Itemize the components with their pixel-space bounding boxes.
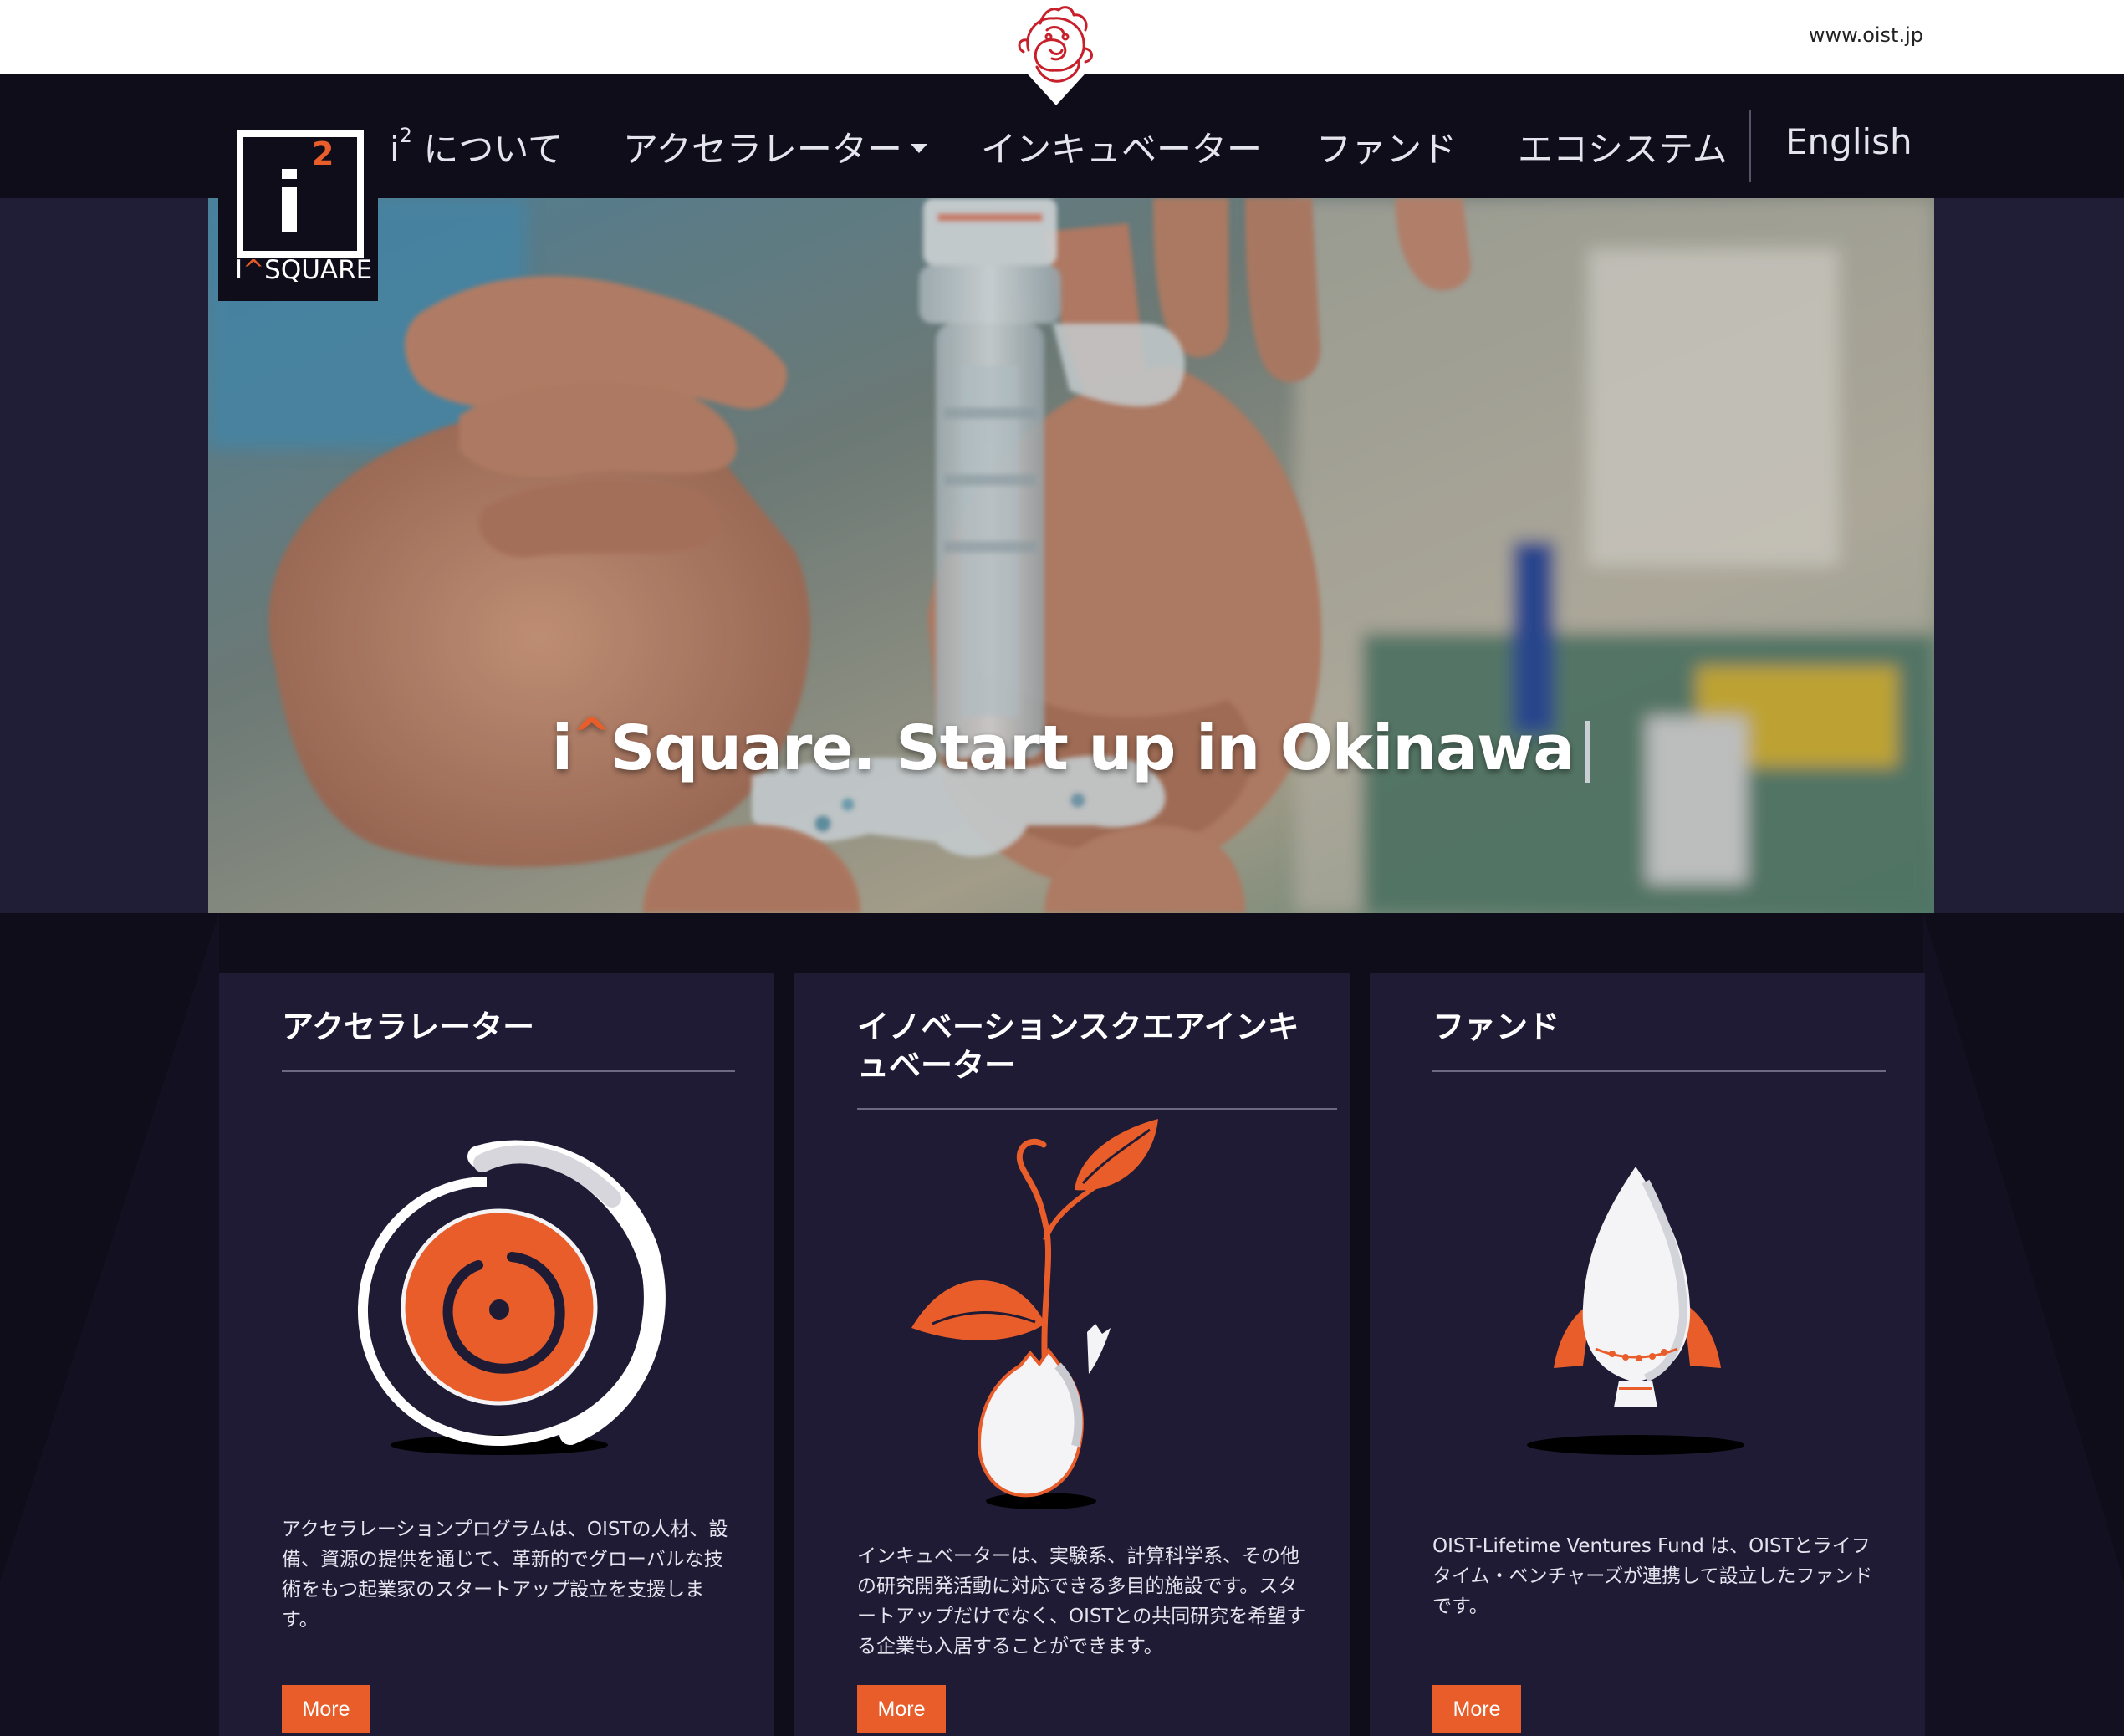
language-switch-english[interactable]: English (1785, 121, 1912, 162)
card-incubator: イノベーションスクエアインキュベーター インキュベーターは、実験系、計算科学系、… (794, 973, 1350, 1736)
nav-about-superscript: 2 (399, 124, 412, 147)
logo-superscript-two: 2 (312, 135, 334, 172)
card-description: アクセラレーションプログラムは、OISTの人材、設備、資源の提供を通じて、革新的… (282, 1519, 728, 1631)
nav-incubator[interactable]: インキュベーター (981, 121, 1262, 172)
hero-title-i: i (551, 712, 573, 784)
logo-i-dot (282, 169, 297, 179)
hero-title-rest: Square. Start up in Okinawa (610, 712, 1575, 784)
hero-title: i^Square. Start up in Okinawa (208, 708, 1934, 784)
accelerator-more-button[interactable]: More (282, 1685, 370, 1733)
orange-disc-with-spiral-icon (357, 1140, 666, 1455)
logo-wordmark-square: SQUARE (264, 255, 373, 285)
logo-wordmark-caret: ^ (243, 255, 265, 285)
oist-dragon-emblem-icon[interactable] (1003, 0, 1109, 117)
card-description: OIST-Lifetime Ventures Fund は、OISTとライフタイ… (1432, 1535, 1873, 1617)
nav-fund[interactable]: ファンド (1316, 121, 1457, 172)
typing-cursor (1585, 721, 1591, 784)
card-accelerator: アクセラレーター アクセラレーションプログラムは、OISTの人材、設備、資源の提… (219, 973, 774, 1736)
logo-mark-box: 2 (237, 130, 364, 258)
nav-about-label: について (411, 129, 564, 170)
card-description: インキュベーターは、実験系、計算科学系、その他の研究開発活動に対応できる多目的施… (857, 1545, 1306, 1657)
isquare-logo[interactable]: 2 I^SQUARE (218, 119, 378, 301)
sprout-from-eggshell-icon (911, 1119, 1158, 1509)
rocket-icon (1527, 1167, 1744, 1455)
incubator-more-button[interactable]: More (857, 1685, 946, 1733)
logo-wordmark: I^SQUARE (235, 255, 372, 285)
nav-ecosystem[interactable]: エコシステム (1518, 121, 1728, 172)
chevron-down-icon (910, 144, 927, 153)
hero-banner: i^Square. Start up in Okinawa (208, 198, 1934, 913)
nav-accelerator[interactable]: アクセラレーター (623, 121, 927, 172)
oist-website-link[interactable]: www.oist.jp (1809, 23, 1923, 47)
card-fund: ファンド OIST-Lifetime Ventures Fund は、OISTと… (1370, 973, 1925, 1736)
logo-i-stem (282, 187, 297, 232)
fund-more-button[interactable]: More (1432, 1685, 1521, 1733)
hero-lab-photo (208, 198, 1934, 913)
hero-title-caret: ^ (572, 708, 611, 763)
nav-about-prefix: i (390, 129, 400, 170)
logo-wordmark-i: I (235, 255, 243, 285)
nav-accelerator-label: アクセラレーター (623, 129, 902, 170)
nav-about[interactable]: i2 について (390, 121, 563, 172)
nav-divider (1749, 110, 1751, 182)
